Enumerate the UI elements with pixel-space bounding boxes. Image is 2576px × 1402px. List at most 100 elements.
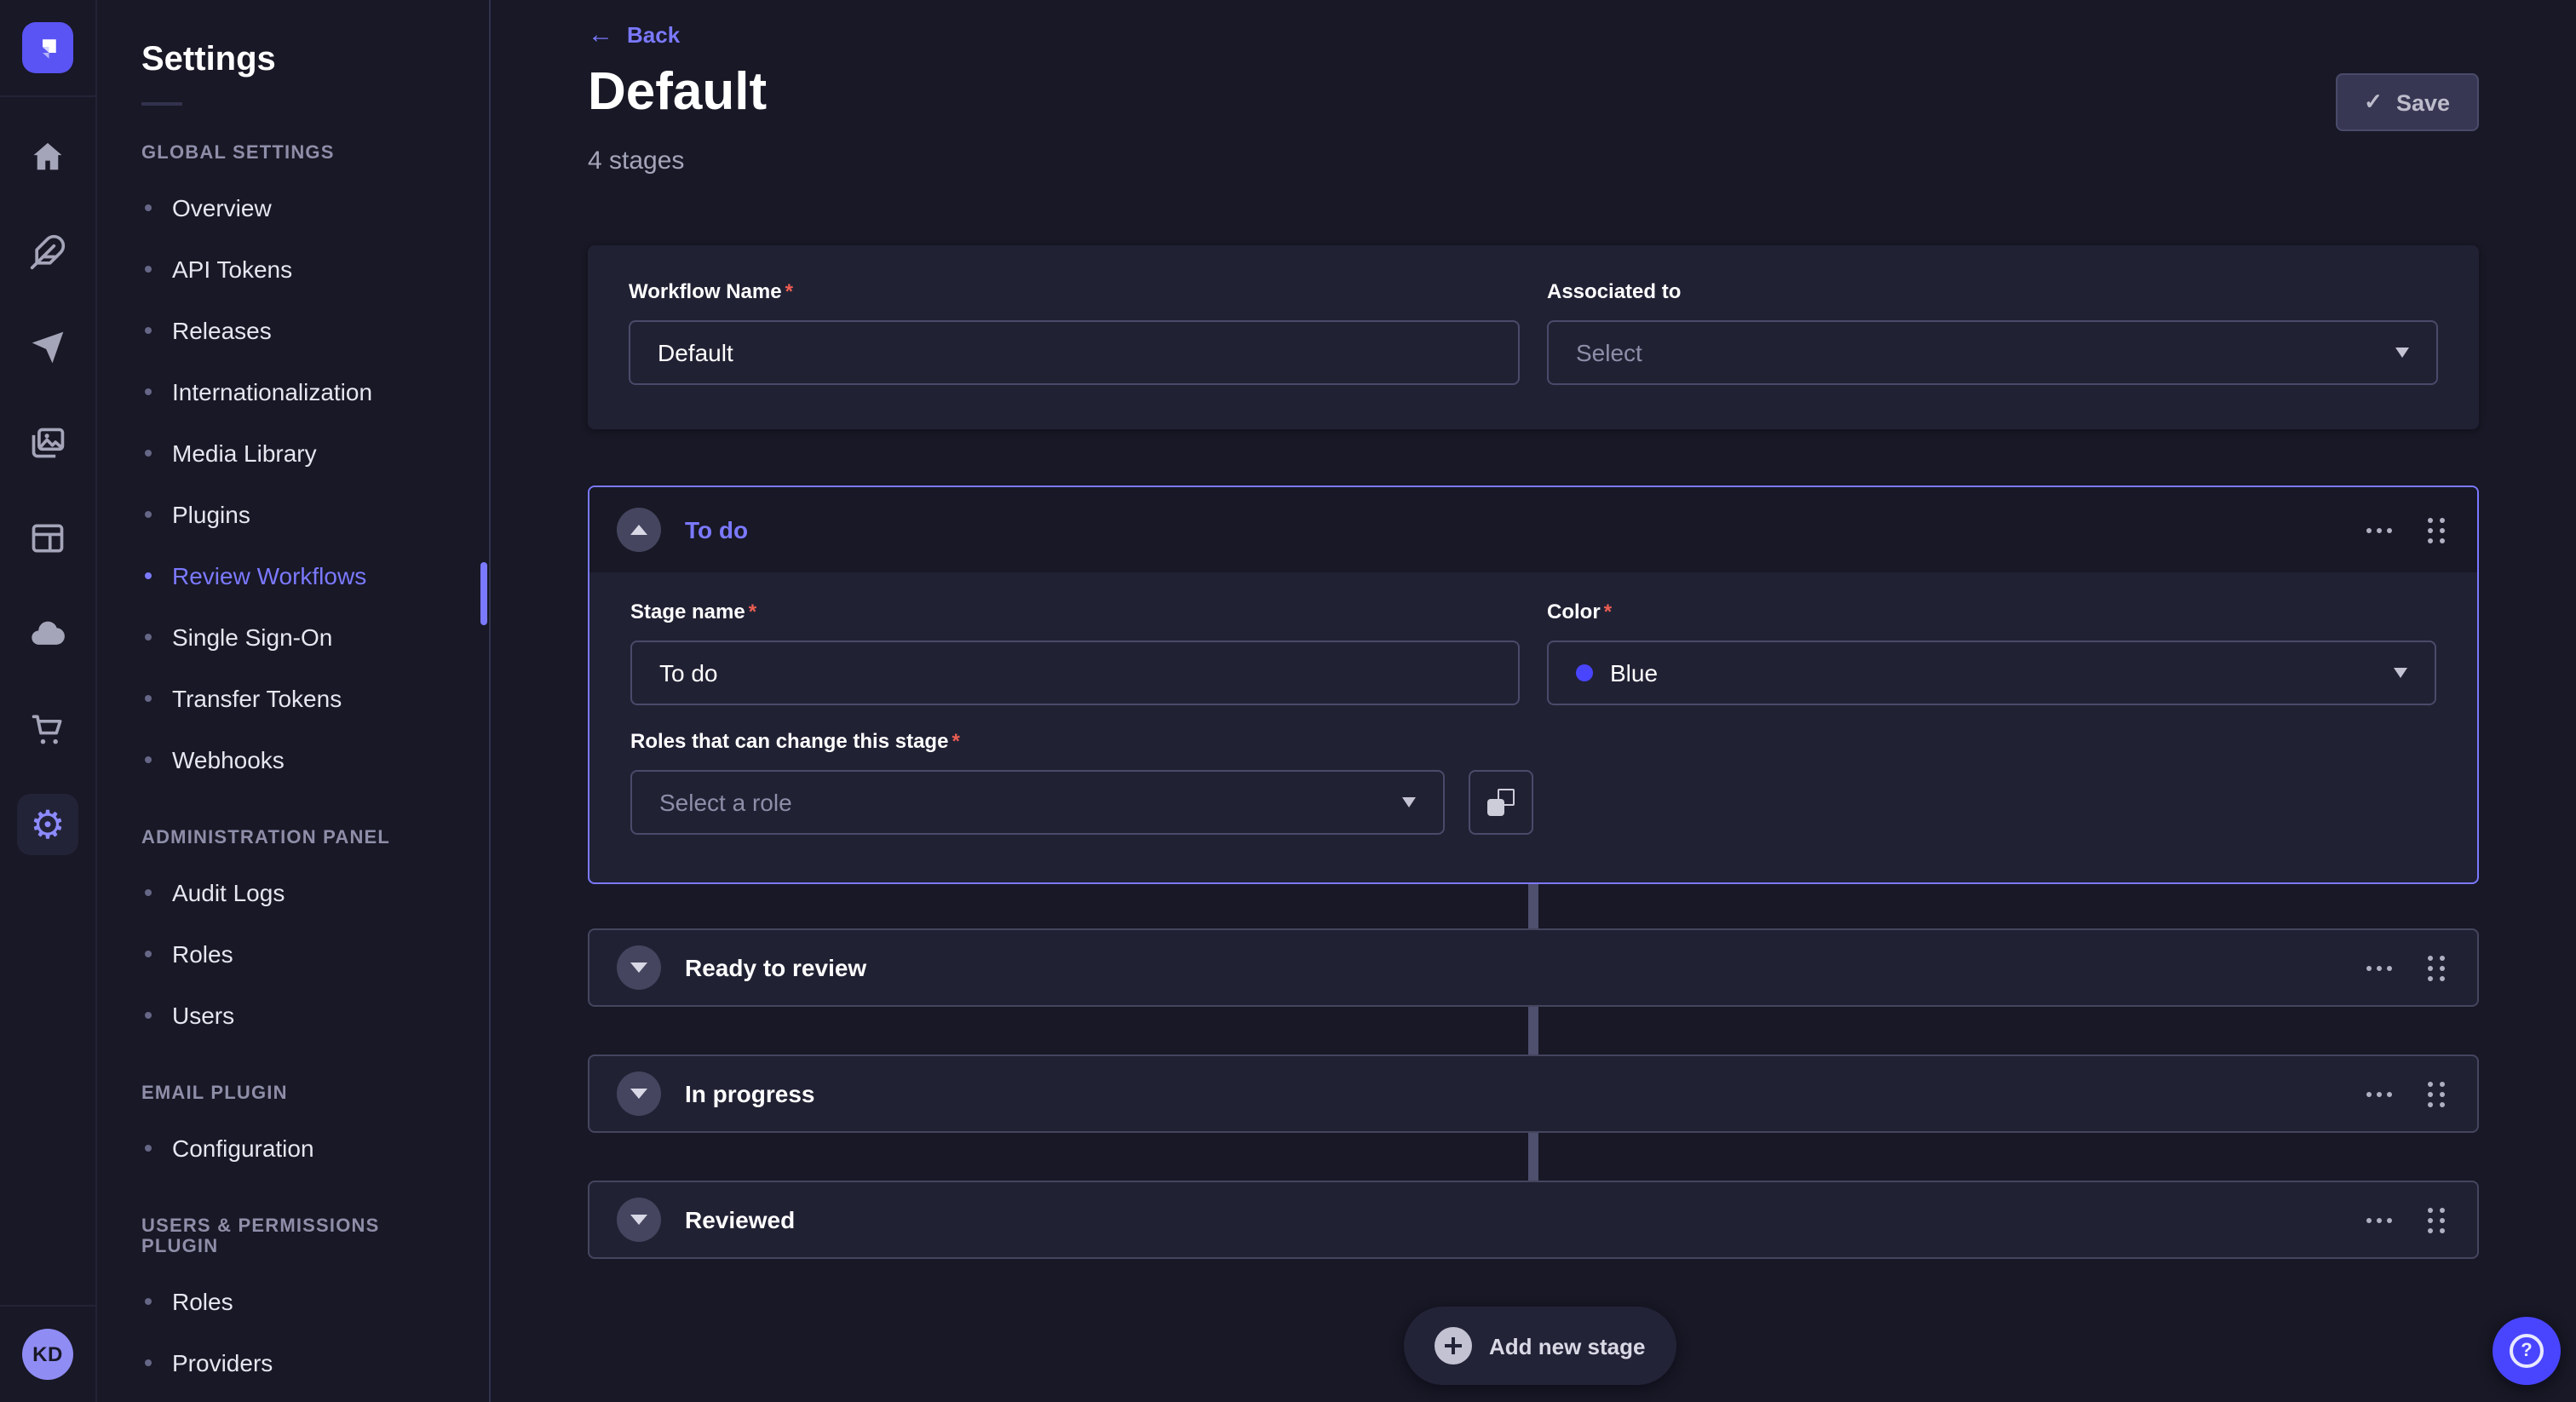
content-manager-icon[interactable]: [17, 508, 78, 569]
stage-title: Ready to review: [685, 954, 866, 981]
strapi-logo-icon: [22, 22, 73, 73]
settings-gear-icon[interactable]: ⚙: [17, 794, 78, 855]
viewport: ⚙ KD Settings GLOBAL SETTINGS Overview A…: [0, 0, 2576, 1402]
roles-select[interactable]: Select a role: [630, 770, 1445, 835]
roles-field-group: Roles that can change this stage* Select…: [630, 729, 2436, 835]
bullet-icon: [145, 266, 152, 273]
question-mark-icon: ?: [2510, 1334, 2544, 1368]
more-options-icon[interactable]: [2360, 1210, 2399, 1229]
feather-icon[interactable]: [17, 221, 78, 283]
color-field-group: Color* Blue: [1547, 600, 2436, 705]
workflow-name-label: Workflow Name*: [629, 279, 1520, 303]
stage-row-in-progress[interactable]: In progress: [588, 1054, 2479, 1133]
section-label-email-plugin: EMAIL PLUGIN: [141, 1083, 445, 1104]
expand-toggle-button[interactable]: [617, 1072, 661, 1116]
associated-to-placeholder: Select: [1576, 339, 1642, 366]
sidebar-item-releases[interactable]: Releases: [97, 300, 489, 361]
sidebar-item-transfer-tokens[interactable]: Transfer Tokens: [97, 668, 489, 729]
stage-card-to-do: To do Stage name* Color*: [588, 486, 2479, 884]
required-asterisk: *: [952, 729, 959, 753]
icon-rail: ⚙ KD: [0, 0, 97, 1402]
sidebar-item-admin-users[interactable]: Users: [97, 985, 489, 1046]
bullet-icon: [145, 634, 152, 641]
help-button[interactable]: ?: [2493, 1317, 2561, 1385]
gear-glyph: ⚙: [30, 805, 65, 844]
marketplace-cart-icon[interactable]: [17, 698, 78, 760]
sidebar-item-single-sign-on[interactable]: Single Sign-On: [97, 606, 489, 668]
associated-to-select[interactable]: Select: [1547, 320, 2438, 385]
save-button[interactable]: ✓ Save: [2335, 73, 2479, 131]
expand-toggle-button[interactable]: [617, 1198, 661, 1242]
drag-handle-icon[interactable]: [2423, 512, 2450, 548]
section-label-global-settings: GLOBAL SETTINGS: [141, 143, 445, 164]
color-select[interactable]: Blue: [1547, 641, 2436, 705]
more-options-icon[interactable]: [2360, 958, 2399, 977]
save-label: Save: [2396, 89, 2450, 115]
chevron-down-icon: [630, 1089, 647, 1099]
paper-plane-icon[interactable]: [17, 317, 78, 378]
bullet-icon: [145, 1012, 152, 1019]
chevron-up-icon: [630, 525, 647, 535]
bullet-icon: [145, 572, 152, 579]
associated-to-label: Associated to: [1547, 279, 2438, 303]
sidebar-item-media-library[interactable]: Media Library: [97, 422, 489, 484]
more-options-icon[interactable]: [2360, 1084, 2399, 1103]
sidebar-item-api-tokens[interactable]: API Tokens: [97, 238, 489, 300]
media-library-icon[interactable]: [17, 412, 78, 474]
stage-body-to-do: Stage name* Color* Blue: [589, 572, 2477, 835]
bullet-icon: [145, 951, 152, 957]
drag-handle-icon[interactable]: [2423, 1202, 2450, 1238]
add-new-stage-button[interactable]: Add new stage: [1404, 1307, 1676, 1385]
bullet-icon: [145, 1359, 152, 1366]
drag-handle-icon[interactable]: [2423, 1076, 2450, 1112]
check-icon: ✓: [2364, 89, 2383, 116]
collapse-toggle-button[interactable]: [617, 508, 661, 552]
home-icon[interactable]: [17, 126, 78, 187]
chevron-down-icon: [630, 962, 647, 973]
rail-footer: KD: [0, 1305, 95, 1402]
sidebar-item-internationalization[interactable]: Internationalization: [97, 361, 489, 422]
associated-to-field-group: Associated to Select: [1547, 279, 2438, 385]
bullet-icon: [145, 889, 152, 896]
stage-name-label: Stage name*: [630, 600, 1520, 623]
plus-icon: [1435, 1327, 1472, 1365]
section-label-administration-panel: ADMINISTRATION PANEL: [141, 828, 445, 848]
bullet-icon: [145, 327, 152, 334]
duplicate-stage-button[interactable]: [1469, 770, 1533, 835]
stage-connector-line: [1528, 1007, 1538, 1056]
workflow-name-input[interactable]: [629, 320, 1520, 385]
required-asterisk: *: [785, 279, 793, 303]
sidebar-item-up-roles[interactable]: Roles: [97, 1271, 489, 1332]
sidebar-item-webhooks[interactable]: Webhooks: [97, 729, 489, 790]
copy-icon: [1487, 789, 1515, 816]
stage-title: Reviewed: [685, 1206, 795, 1233]
workflow-meta-card: Workflow Name* Associated to Select: [588, 245, 2479, 429]
bullet-icon: [145, 756, 152, 763]
stage-header-to-do[interactable]: To do: [589, 487, 2477, 572]
sidebar-item-audit-logs[interactable]: Audit Logs: [97, 862, 489, 923]
stage-name-input[interactable]: [630, 641, 1520, 705]
expand-toggle-button[interactable]: [617, 945, 661, 990]
user-avatar[interactable]: KD: [22, 1329, 73, 1380]
subnav-scrollbar-thumb[interactable]: [480, 562, 487, 625]
stage-row-ready-to-review[interactable]: Ready to review: [588, 928, 2479, 1007]
cloud-icon[interactable]: [17, 603, 78, 664]
stage-row-reviewed[interactable]: Reviewed: [588, 1181, 2479, 1259]
color-value: Blue: [1610, 659, 1658, 687]
sidebar-item-email-configuration[interactable]: Configuration: [97, 1118, 489, 1179]
sidebar-item-overview[interactable]: Overview: [97, 177, 489, 238]
sidebar-item-admin-roles[interactable]: Roles: [97, 923, 489, 985]
more-options-icon[interactable]: [2360, 520, 2399, 539]
sidebar-item-plugins[interactable]: Plugins: [97, 484, 489, 545]
sidebar-item-review-workflows[interactable]: Review Workflows: [97, 545, 489, 606]
back-link[interactable]: ← Back: [588, 22, 680, 48]
add-stage-label: Add new stage: [1489, 1333, 1646, 1359]
chevron-down-icon: [2395, 348, 2409, 358]
color-label: Color*: [1547, 600, 2436, 623]
section-label-users-permissions-plugin: USERS & PERMISSIONS PLUGIN: [141, 1216, 445, 1257]
subnav-title: Settings: [141, 41, 489, 80]
sidebar-item-up-providers[interactable]: Providers: [97, 1332, 489, 1393]
drag-handle-icon[interactable]: [2423, 950, 2450, 985]
settings-subnav: Settings GLOBAL SETTINGS Overview API To…: [97, 0, 491, 1402]
bullet-icon: [145, 450, 152, 457]
